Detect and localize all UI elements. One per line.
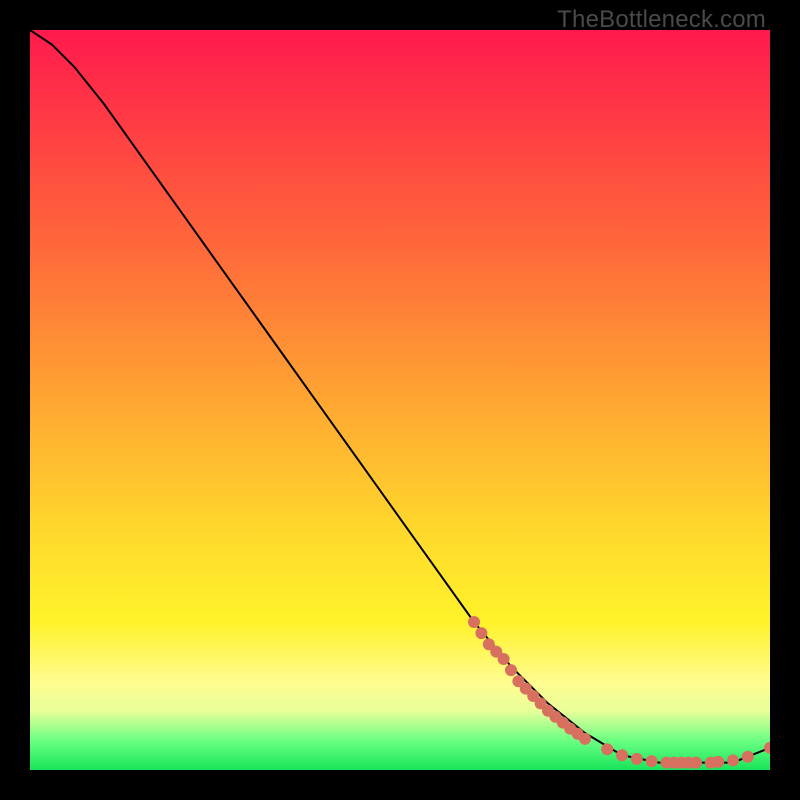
data-dot	[468, 616, 480, 628]
data-dot	[631, 753, 643, 765]
data-dot	[601, 743, 613, 755]
data-dot	[690, 757, 702, 769]
curve-line	[30, 30, 770, 763]
data-dot	[579, 733, 591, 745]
data-dot	[764, 742, 770, 754]
data-dot	[646, 755, 658, 767]
data-dot	[616, 749, 628, 761]
data-dot	[505, 664, 517, 676]
data-dot	[712, 756, 724, 768]
chart-svg	[30, 30, 770, 770]
data-dots	[468, 616, 770, 769]
chart-stage: TheBottleneck.com	[0, 0, 800, 800]
data-dot	[742, 751, 754, 763]
data-dot	[475, 627, 487, 639]
watermark-text: TheBottleneck.com	[557, 6, 766, 34]
plot-area	[30, 30, 770, 770]
data-dot	[498, 653, 510, 665]
data-dot	[727, 754, 739, 766]
